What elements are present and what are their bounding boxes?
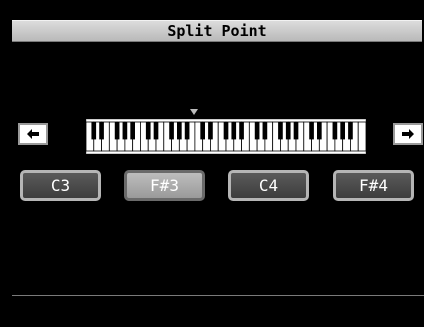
black-key	[145, 122, 151, 140]
black-key	[177, 122, 182, 140]
black-key	[200, 122, 205, 140]
black-key	[239, 122, 244, 140]
arrow-left-icon	[27, 129, 39, 139]
black-key	[153, 122, 159, 140]
black-key	[223, 122, 229, 140]
black-key	[114, 122, 120, 140]
black-key	[130, 122, 135, 140]
keyboard-graphic[interactable]	[86, 119, 366, 154]
next-button[interactable]	[393, 123, 423, 145]
divider	[12, 295, 424, 296]
black-key	[285, 122, 291, 140]
black-key	[254, 122, 260, 140]
black-key	[122, 122, 128, 140]
black-key	[169, 122, 174, 140]
split-option-c4[interactable]: C4	[228, 170, 309, 201]
black-key	[231, 122, 237, 140]
triangle-down-icon	[190, 109, 198, 115]
white-key	[357, 121, 366, 152]
arrow-right-icon	[402, 129, 414, 139]
black-key	[262, 122, 268, 140]
black-key	[293, 122, 299, 140]
black-key	[332, 122, 338, 140]
black-key	[340, 122, 345, 140]
previous-button[interactable]	[18, 123, 48, 145]
split-option-fsharp3[interactable]: F#3	[124, 170, 205, 201]
black-key	[184, 122, 190, 140]
black-key	[278, 122, 283, 140]
split-point-screen: Split Point C3 F#3 C4 F#4	[0, 0, 424, 327]
black-key	[348, 122, 353, 140]
black-key	[309, 122, 314, 140]
black-key	[99, 122, 104, 140]
title-bar: Split Point	[12, 20, 422, 42]
split-option-c3[interactable]: C3	[20, 170, 101, 201]
page-title: Split Point	[167, 22, 267, 40]
black-key	[317, 122, 322, 140]
split-option-fsharp4[interactable]: F#4	[333, 170, 414, 201]
black-key	[91, 122, 97, 140]
black-key	[208, 122, 213, 140]
